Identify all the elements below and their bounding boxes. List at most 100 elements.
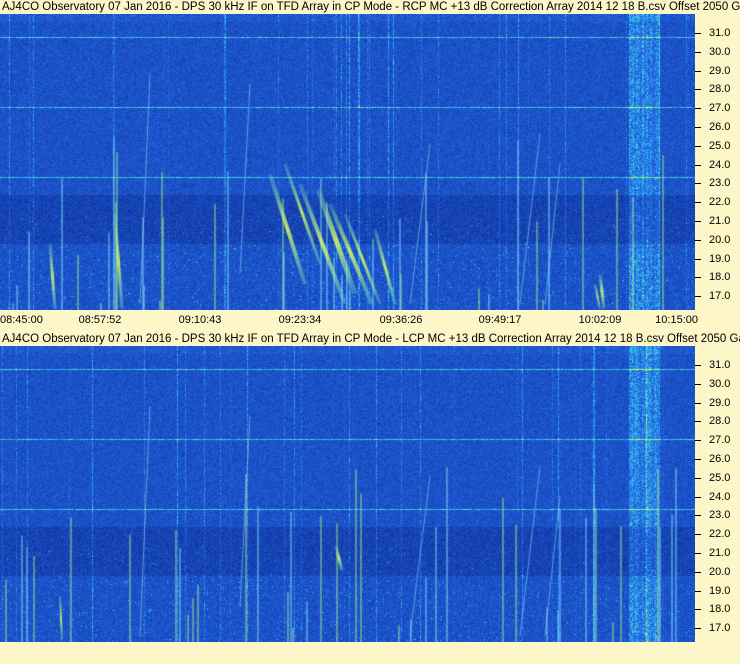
y-tick: 17.0 [695, 621, 740, 635]
y-tick-label: 25.0 [709, 139, 731, 152]
y-tick: 24.0 [695, 158, 740, 172]
y-tick-mark [695, 33, 701, 34]
y-tick: 20.0 [695, 233, 740, 247]
y-axis-rcp: 31.0 30.0 29.0 28.0 27.0 26.0 25.0 24.0 23.0 22.0… [695, 14, 740, 310]
y-tick-mark [695, 239, 701, 241]
panel-title-lcp: AJ4CO Observatory 07 Jan 2016 - DPS 30 k… [0, 332, 740, 346]
y-tick: 22.0 [695, 195, 740, 209]
y-tick-label: 24.0 [709, 490, 731, 503]
y-tick-label: 22.0 [709, 528, 731, 541]
y-tick-label: 19.0 [709, 252, 731, 265]
y-tick-mark [695, 440, 701, 442]
y-tick-mark [695, 145, 701, 147]
x-tick-label: 09:10:43 [178, 314, 222, 326]
y-tick-label: 20.0 [709, 565, 731, 578]
y-tick-label: 17.0 [709, 622, 731, 635]
spectrogram-canvas-rcp [0, 14, 695, 310]
x-tick-label: 09:49:17 [478, 314, 522, 326]
y-tick-mark [695, 402, 701, 404]
y-tick-label: 28.0 [709, 415, 731, 428]
y-tick-label: 22.0 [709, 196, 731, 209]
y-tick-mark [695, 534, 701, 536]
y-tick: 26.0 [695, 452, 740, 466]
y-tick: 30.0 [695, 45, 740, 59]
panel-title-rcp: AJ4CO Observatory 07 Jan 2016 - DPS 30 k… [0, 0, 740, 14]
y-tick-mark [695, 515, 701, 517]
spectrogram-rcp [0, 14, 695, 310]
y-tick: 29.0 [695, 396, 740, 410]
y-tick: 27.0 [695, 101, 740, 115]
y-tick-label: 21.0 [709, 215, 731, 227]
x-tick-label: 09:36:26 [379, 314, 423, 326]
y-axis-lcp: 31.0 30.0 29.0 28.0 27.0 26.0 25.0 24.0 23.0 22.0… [695, 346, 740, 642]
y-tick-label: 18.0 [709, 603, 731, 616]
y-tick-label: 19.0 [709, 584, 731, 597]
y-tick-mark [695, 628, 701, 630]
y-tick-label: 30.0 [709, 377, 731, 390]
y-tick-label: 23.0 [709, 509, 731, 522]
y-tick-mark [695, 477, 701, 479]
y-tick: 30.0 [695, 377, 740, 391]
y-tick-label: 24.0 [709, 158, 731, 171]
x-axis-lcp-empty [0, 642, 740, 664]
y-tick-label: 26.0 [709, 121, 731, 133]
y-tick-mark [695, 164, 701, 166]
y-tick-label: 27.0 [709, 434, 731, 447]
y-tick-mark [695, 590, 701, 592]
x-tick-label: 10:02:09 [578, 314, 622, 326]
y-tick: 23.0 [695, 176, 740, 190]
x-tick-label: 09:23:34 [278, 314, 322, 326]
y-tick-label: 18.0 [709, 271, 731, 284]
y-tick-label: 20.0 [709, 233, 731, 246]
y-tick: 21.0 [695, 214, 740, 228]
y-tick-mark [695, 108, 701, 110]
y-tick: 19.0 [695, 252, 740, 266]
y-tick-mark [695, 296, 701, 298]
y-tick: 17.0 [695, 289, 740, 303]
y-tick: 20.0 [695, 565, 740, 579]
y-tick: 19.0 [695, 584, 740, 598]
y-tick: 25.0 [695, 471, 740, 485]
y-tick-mark [695, 89, 701, 91]
y-tick: 28.0 [695, 414, 740, 428]
y-tick: 22.0 [695, 527, 740, 541]
y-tick-label: 29.0 [709, 64, 731, 77]
y-tick-mark [695, 183, 701, 185]
y-tick-label: 17.0 [709, 290, 731, 303]
y-tick-label: 27.0 [709, 102, 731, 115]
y-tick: 25.0 [695, 139, 740, 153]
y-tick-mark [695, 277, 701, 279]
y-tick-mark [695, 421, 701, 423]
y-tick-label: 25.0 [709, 471, 731, 484]
y-tick-label: 21.0 [709, 547, 731, 559]
y-tick-label: 29.0 [709, 396, 731, 409]
y-tick-mark [695, 496, 701, 498]
y-tick: 27.0 [695, 433, 740, 447]
y-tick: 28.0 [695, 82, 740, 96]
y-tick-mark [695, 202, 701, 204]
y-tick: 24.0 [695, 490, 740, 504]
y-tick-mark [695, 51, 701, 53]
x-axis-time: 08:45:00 08:57:52 09:10:43 09:23:34 09:36:26… [0, 310, 740, 330]
y-tick: 18.0 [695, 602, 740, 616]
y-tick-mark [695, 365, 701, 366]
y-tick: 26.0 [695, 120, 740, 134]
y-tick: 31.0 [695, 358, 740, 372]
y-tick: 31.0 [695, 26, 740, 40]
y-tick-mark [695, 127, 701, 128]
y-tick-mark [695, 258, 701, 260]
y-tick-label: 23.0 [709, 177, 731, 190]
y-tick-mark [695, 221, 701, 222]
y-tick: 21.0 [695, 546, 740, 560]
y-tick-mark [695, 553, 701, 554]
y-tick-mark [695, 459, 701, 460]
x-tick-label: 08:45:00 [0, 314, 43, 326]
y-tick: 18.0 [695, 270, 740, 284]
spectrogram-lcp [0, 346, 695, 642]
y-tick-label: 31.0 [709, 359, 731, 371]
y-tick-label: 28.0 [709, 83, 731, 96]
y-tick-mark [695, 609, 701, 611]
y-tick-mark [695, 571, 701, 573]
x-tick-label: 08:57:52 [78, 314, 122, 326]
y-tick-mark [695, 383, 701, 385]
